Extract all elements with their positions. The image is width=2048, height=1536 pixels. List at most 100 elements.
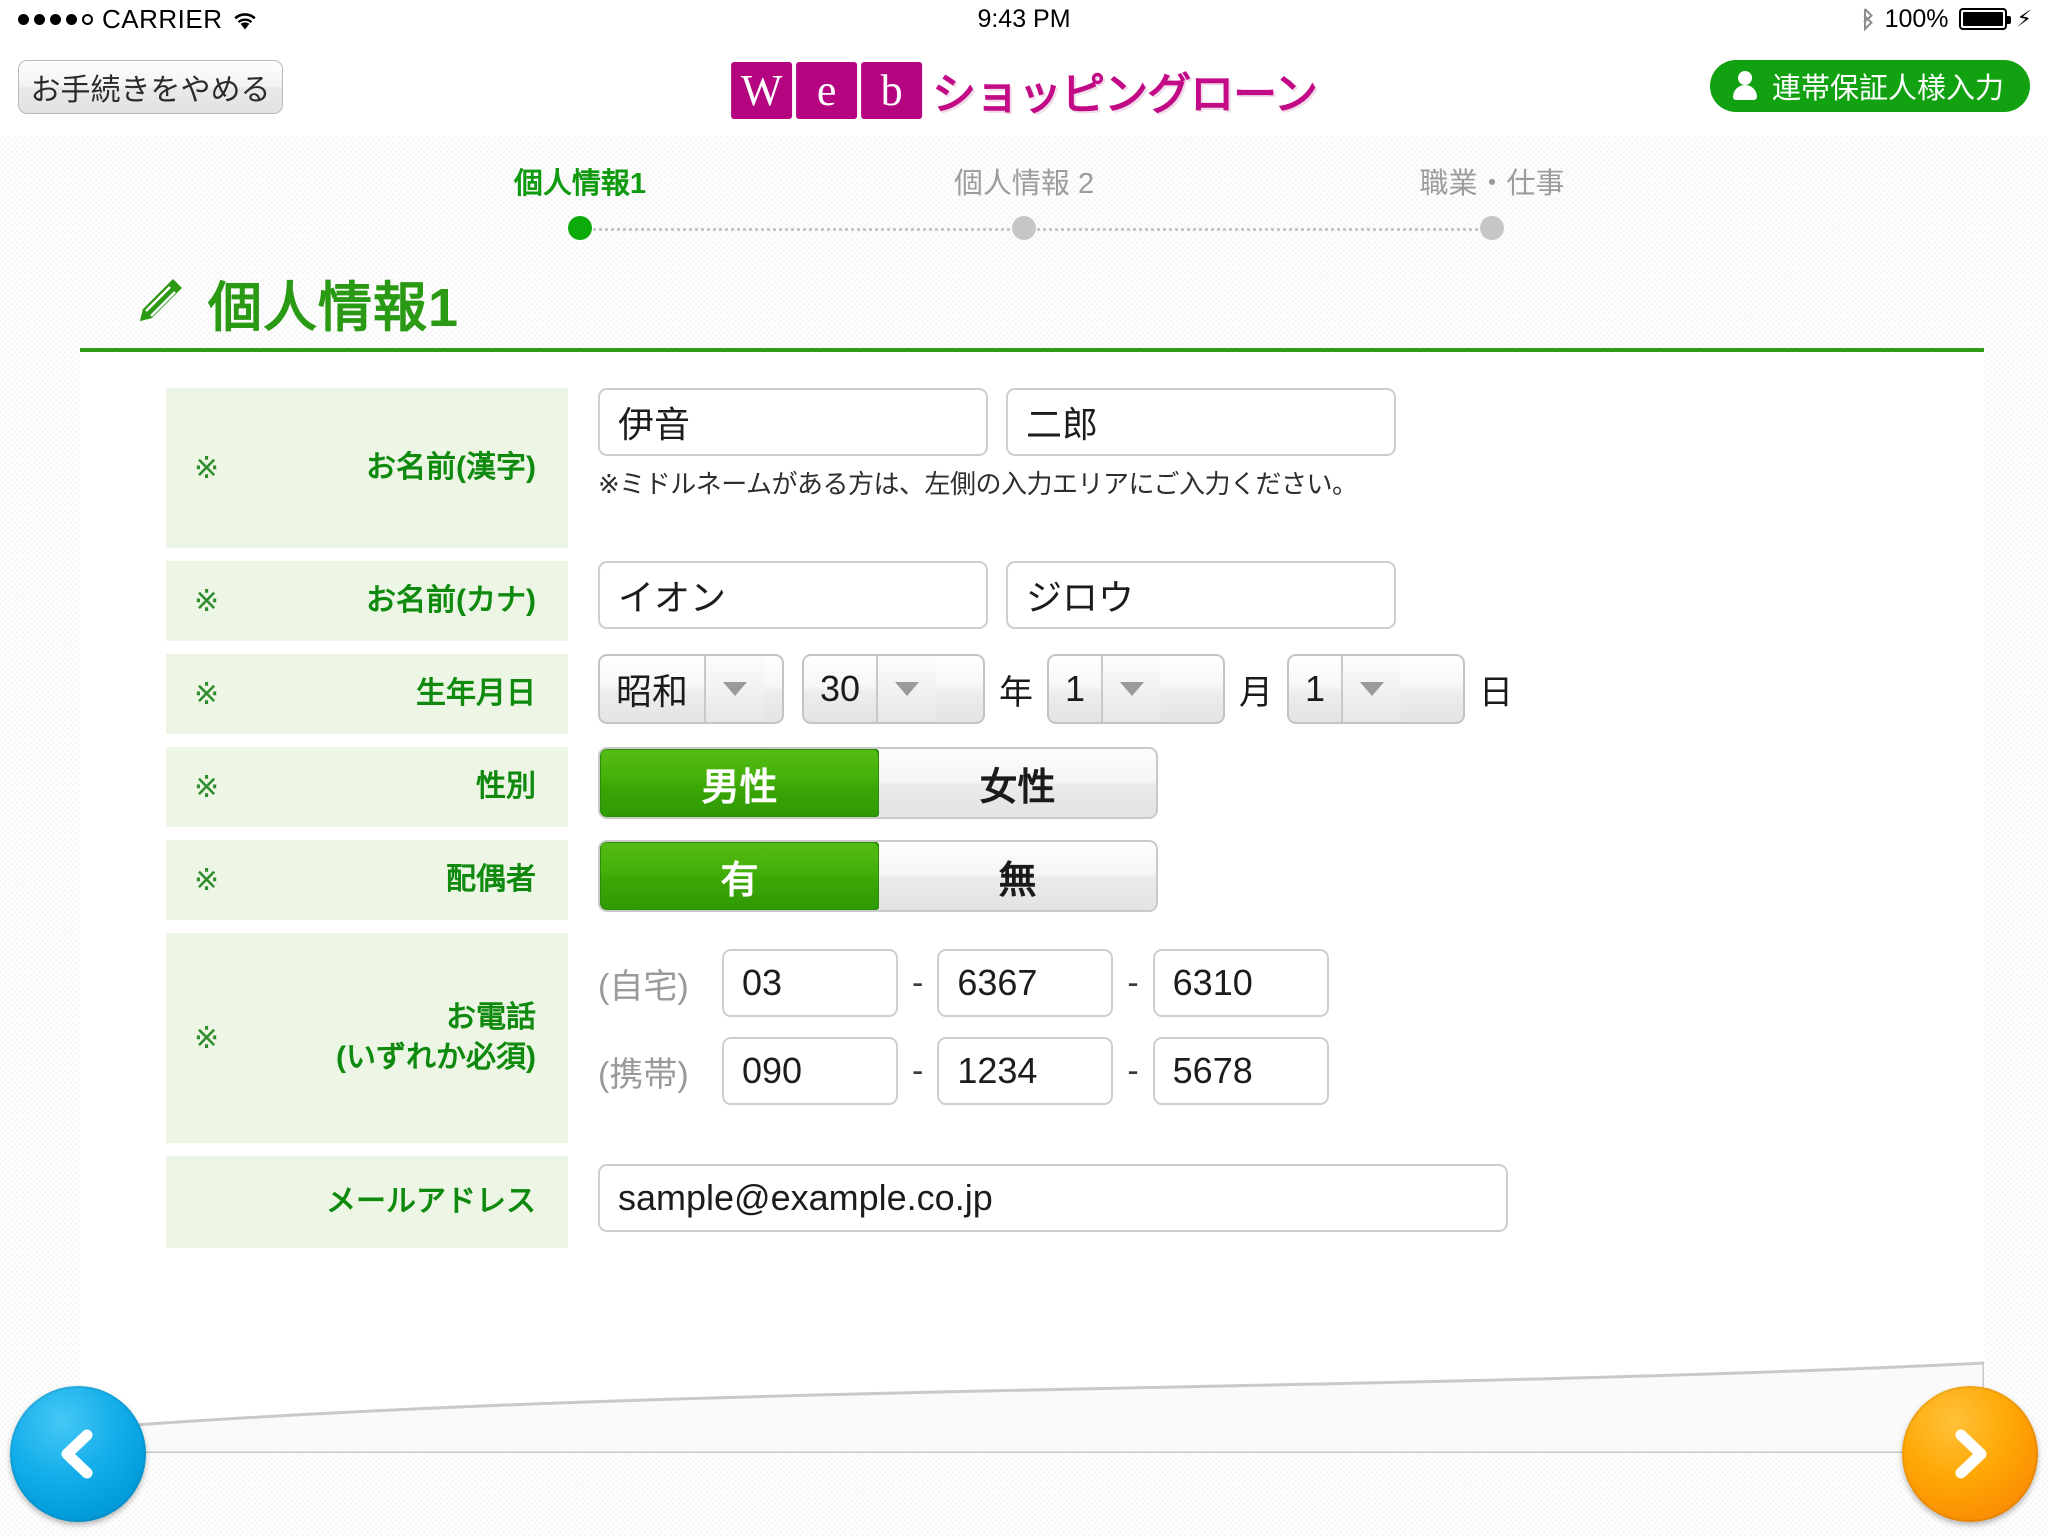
last-name-kana-input[interactable]: [598, 561, 988, 629]
era-select-value: 昭和: [616, 671, 689, 712]
label-cell-date-of-birth: ※ 生年月日: [166, 654, 568, 734]
logo-web-boxes: W e b: [731, 61, 923, 119]
step-dot-2[interactable]: [1012, 216, 1036, 240]
era-select[interactable]: 昭和: [598, 654, 784, 724]
required-mark: ※: [194, 863, 220, 897]
logo-box-b: b: [861, 61, 923, 119]
quit-procedure-button[interactable]: お手続きをやめる: [18, 60, 283, 114]
page-title-text: 個人情報1: [208, 277, 460, 338]
label-name-kana: お名前(カナ): [366, 583, 536, 617]
step-indicator: 個人情報1 個人情報 2 職業・仕事: [424, 136, 1624, 240]
month-select[interactable]: 1: [1047, 654, 1225, 724]
phone-separator: -: [912, 1051, 924, 1090]
name-kana-inputs: [598, 561, 1984, 629]
home-phone-part3-input[interactable]: [1152, 949, 1329, 1017]
label-date-of-birth: 生年月日: [416, 676, 536, 710]
gender-toggle-group: 男性 女性: [598, 747, 1158, 819]
lightning-bolt-icon: ⚡: [2016, 6, 2032, 31]
form-row-phone: ※ お電話 (いずれか必須) (自宅) - -: [80, 933, 1984, 1143]
mobile-phone-part2-input[interactable]: [937, 1037, 1114, 1105]
label-gender: 性別: [476, 769, 536, 803]
gender-female-option[interactable]: 女性: [879, 749, 1156, 817]
gender-male-option[interactable]: 男性: [600, 749, 880, 817]
ios-status-bar: CARRIER 9:43 PM 100% ⚡: [0, 0, 2048, 38]
required-mark: ※: [194, 451, 220, 485]
panel-bottom-curve: [80, 1333, 1984, 1453]
label-cell-gender: ※ 性別: [166, 747, 568, 827]
page-title: 個人情報1: [132, 266, 2048, 338]
chevron-left-icon: [47, 1423, 109, 1485]
chevron-down-icon: [876, 656, 937, 722]
year-select[interactable]: 30: [802, 654, 985, 724]
field-cell-email: [568, 1156, 1984, 1248]
form-row-name-kanji: ※ お名前(漢字) ※ミドルネームがある方は、左側の入力エリアにご入力ください。: [80, 388, 1984, 548]
home-phone-label: (自宅): [598, 967, 689, 1006]
step-track: [424, 216, 1624, 242]
next-page-button[interactable]: [1902, 1386, 2038, 1522]
label-spouse: 配偶者: [446, 862, 536, 896]
required-mark: ※: [194, 677, 220, 711]
step-label-2: 個人情報 2: [953, 168, 1095, 200]
form-panel: ※ お名前(漢字) ※ミドルネームがある方は、左側の入力エリアにご入力ください。…: [80, 352, 1984, 1453]
guarantor-entry-button[interactable]: 連帯保証人様入力: [1709, 60, 2030, 112]
web-shopping-loan-logo: W e b ショッピングローン: [731, 58, 1318, 122]
logo-box-w: W: [731, 61, 793, 119]
field-cell-name-kanji: ※ミドルネームがある方は、左側の入力エリアにご入力ください。: [568, 388, 1984, 548]
label-phone: お電話 (いずれか必須): [166, 998, 568, 1079]
chevron-down-icon: [1341, 656, 1402, 722]
app-header: お手続きをやめる W e b ショッピングローン 連帯保証人様入力: [0, 38, 2048, 136]
logo-box-e: e: [796, 61, 858, 119]
label-cell-email: メールアドレス: [166, 1156, 568, 1248]
step-label-3: 職業・仕事: [1419, 168, 1565, 200]
first-name-kana-input[interactable]: [1006, 561, 1396, 629]
spouse-no-option[interactable]: 無: [879, 842, 1156, 910]
mobile-phone-line: (携帯) - -: [598, 1037, 1984, 1105]
label-cell-phone: ※ お電話 (いずれか必須): [166, 933, 568, 1143]
required-mark: ※: [194, 770, 220, 804]
label-cell-spouse: ※ 配偶者: [166, 840, 568, 920]
label-email: メールアドレス: [326, 1184, 536, 1218]
day-select[interactable]: 1: [1287, 654, 1465, 724]
home-phone-part2-input[interactable]: [937, 949, 1114, 1017]
middle-name-note: ※ミドルネームがある方は、左側の入力エリアにご入力ください。: [598, 469, 1358, 499]
field-cell-date-of-birth: 昭和 30 年 1 月 1 日: [568, 654, 1984, 734]
spouse-toggle-group: 有 無: [598, 840, 1158, 912]
required-mark: ※: [194, 584, 220, 618]
phone-separator: -: [1127, 963, 1139, 1002]
step-labels: 個人情報1 個人情報 2 職業・仕事: [424, 160, 1624, 200]
name-kanji-inputs: [598, 388, 1984, 456]
home-phone-part1-input[interactable]: [722, 949, 898, 1017]
personal-info-form: ※ お名前(漢字) ※ミドルネームがある方は、左側の入力エリアにご入力ください。…: [80, 388, 1984, 1248]
mobile-phone-part1-input[interactable]: [722, 1037, 898, 1105]
unit-year: 年: [999, 673, 1033, 712]
step-dot-1[interactable]: [568, 216, 592, 240]
required-mark: ※: [194, 1021, 220, 1055]
chevron-down-icon: [704, 656, 765, 722]
field-cell-phone: (自宅) - - (携帯) - -: [568, 933, 1984, 1143]
last-name-kanji-input[interactable]: [598, 388, 988, 456]
form-row-spouse: ※ 配偶者 有 無: [80, 840, 1984, 920]
date-of-birth-controls: 昭和 30 年 1 月 1 日: [598, 654, 1984, 724]
previous-page-button[interactable]: [10, 1386, 146, 1522]
mobile-phone-part3-input[interactable]: [1152, 1037, 1329, 1105]
field-cell-gender: 男性 女性: [568, 747, 1984, 827]
person-icon: [1732, 71, 1758, 101]
chevron-down-icon: [1101, 656, 1162, 722]
first-name-kanji-input[interactable]: [1006, 388, 1396, 456]
field-cell-spouse: 有 無: [568, 840, 1984, 920]
field-cell-name-kana: [568, 561, 1984, 641]
battery-percent-label: 100%: [1884, 4, 1949, 33]
spouse-yes-option[interactable]: 有: [600, 842, 880, 910]
label-cell-name-kanji: ※ お名前(漢字): [166, 388, 568, 548]
logo-shopping-loan-text: ショッピングローン: [932, 69, 1318, 120]
year-select-value: 30: [820, 668, 861, 709]
chevron-right-icon: [1939, 1423, 2001, 1485]
guarantor-entry-label: 連帯保証人様入力: [1771, 73, 2004, 105]
step-dot-3[interactable]: [1480, 216, 1504, 240]
label-phone-line2: (いずれか必須): [336, 1041, 536, 1074]
email-input[interactable]: [598, 1164, 1508, 1232]
bluetooth-icon: [1861, 7, 1875, 32]
phone-separator: -: [1127, 1051, 1139, 1090]
home-phone-line: (自宅) - -: [598, 949, 1984, 1017]
month-select-value: 1: [1065, 668, 1086, 709]
